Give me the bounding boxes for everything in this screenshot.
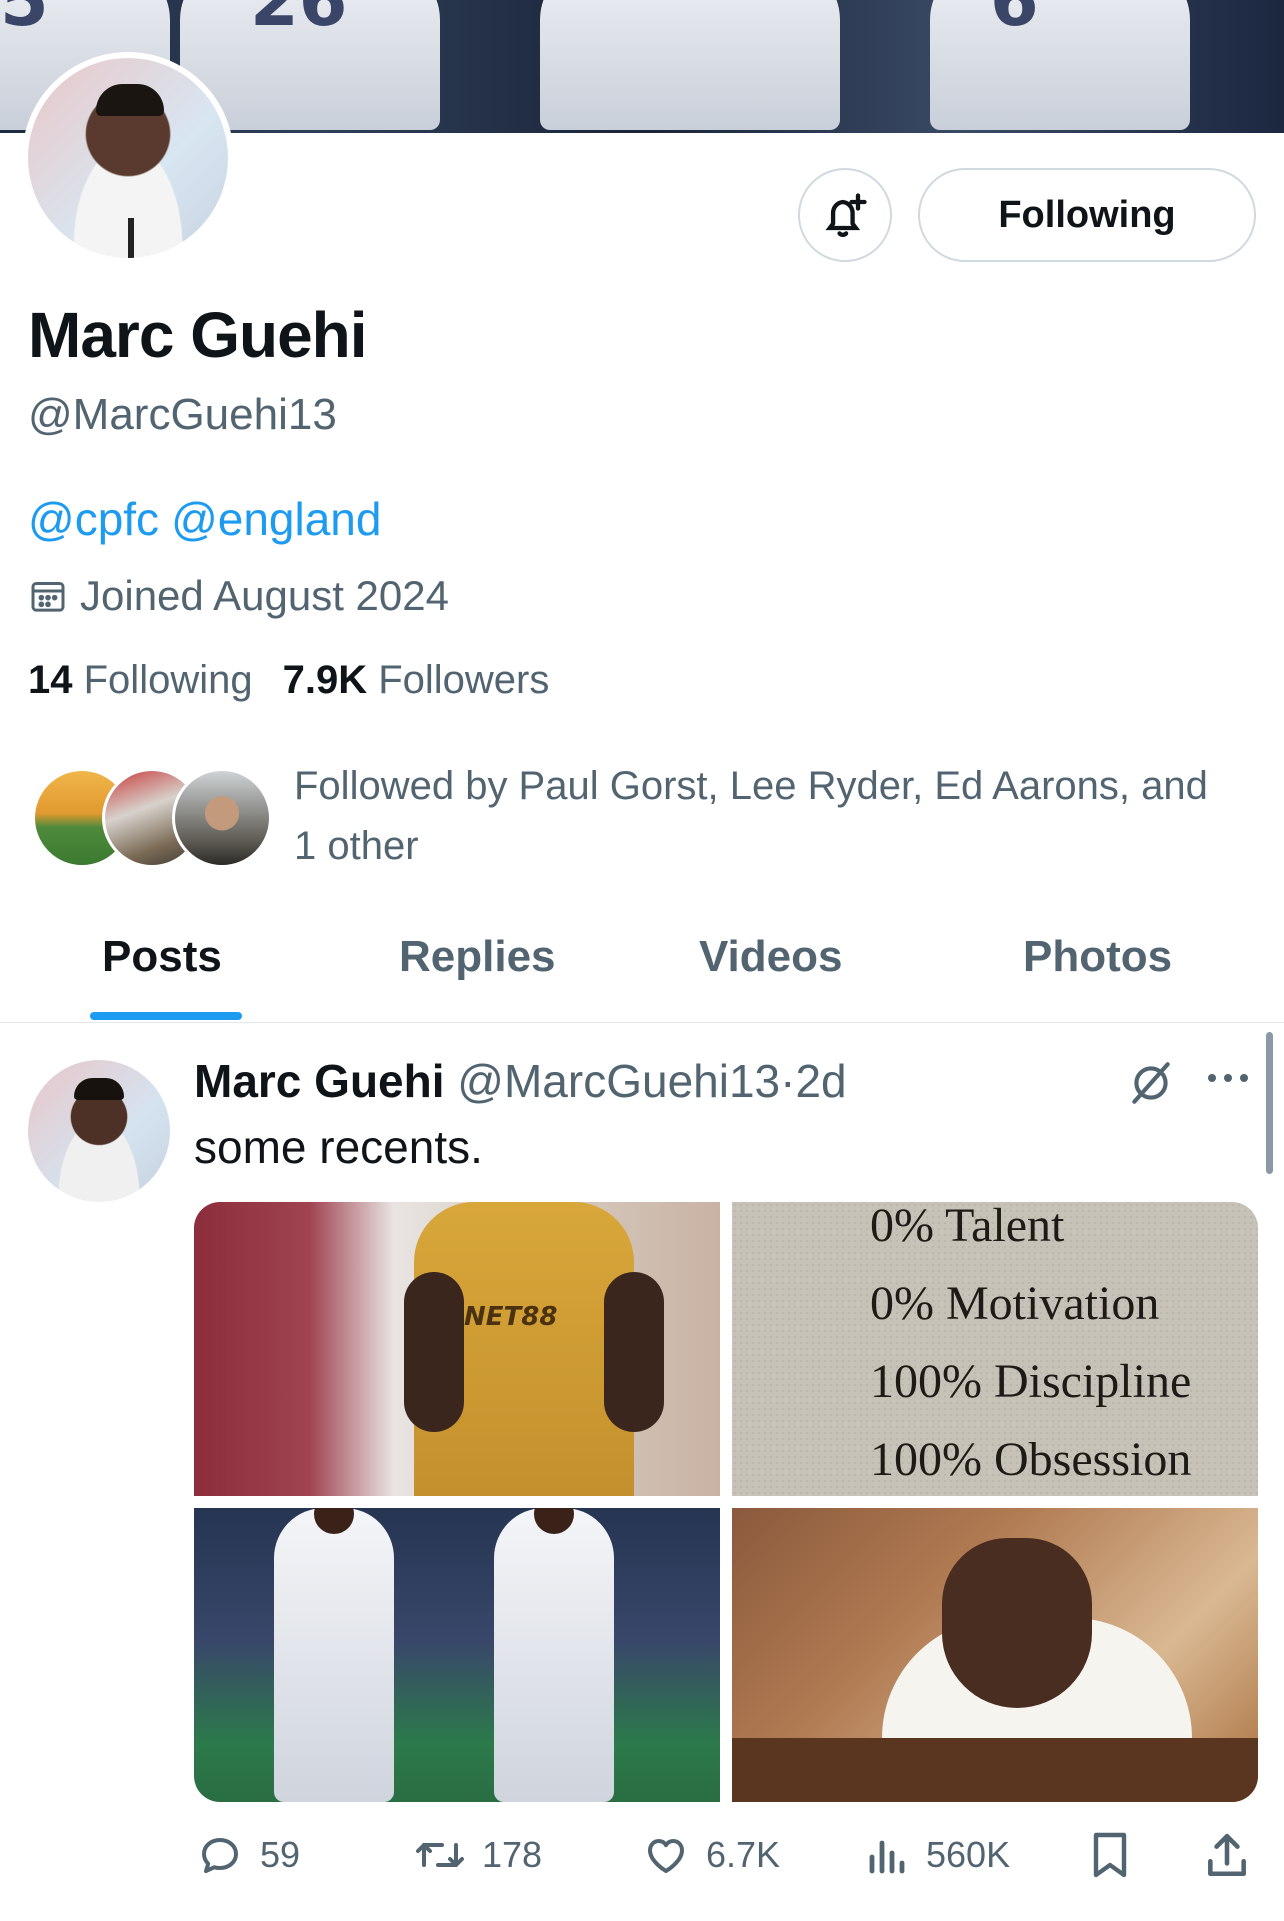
following-label: Following [83,658,253,702]
profile-avatar[interactable] [22,52,234,264]
joined-text: Joined August 2024 [80,572,449,619]
repost-icon [416,1843,464,1867]
bookmark-button[interactable] [1088,1830,1148,1880]
bookmark-icon [1093,1832,1127,1878]
follow-stats: 14 Following 7.9K Followers [28,658,549,703]
profile-name: Marc Guehi [28,299,368,371]
post-header: Marc Guehi @MarcGuehi13·2d [194,1054,847,1108]
post-image[interactable]: 0% Talent 0% Motivation 100% Discipline … [732,1202,1258,1496]
jersey-number: 5 [0,0,49,42]
views-icon [869,1840,905,1874]
following-stat[interactable]: 14 Following [28,658,253,702]
followed-by-line: Followed by Paul Gorst, Lee Ryder, Ed Aa… [294,764,1208,808]
post-text: some recents. [194,1121,483,1173]
followers-count: 7.9K [282,658,368,702]
followers-stat[interactable]: 7.9K Followers [283,658,550,702]
post-image[interactable] [732,1508,1258,1802]
post-author-avatar[interactable] [28,1060,170,1202]
notification-bell-plus-icon [825,193,867,237]
image-text-line: 0% Talent [870,1202,1065,1252]
grok-button[interactable] [1126,1058,1176,1113]
post-timestamp[interactable]: 2d [795,1055,846,1107]
repost-count: 178 [482,1834,543,1875]
jersey-number: 26 [250,0,348,42]
image-text-line: 0% Motivation [870,1277,1160,1330]
post-media-grid: NET88 0% Talent 0% Motivation 100% Disci… [194,1202,1258,1802]
image-text-line: 100% Discipline [870,1355,1192,1408]
scrollbar[interactable] [1266,1032,1273,1174]
shirt-sponsor-text: NET88 [464,1302,558,1332]
follower-avatar[interactable] [172,768,272,868]
tabs-divider [0,1022,1284,1023]
post-image[interactable]: NET88 [194,1202,720,1496]
active-tab-indicator [90,1012,242,1020]
mention-link[interactable]: @england [171,493,381,545]
profile-bio: @cpfc @england [28,492,393,546]
profile-handle: @MarcGuehi13 [28,390,337,439]
banner-jersey [540,0,840,130]
joined-date: Joined August 2024 [28,572,449,620]
tab-videos[interactable]: Videos [699,932,842,982]
post-author-handle[interactable]: @MarcGuehi13 [457,1055,780,1107]
grok-icon [1132,1062,1170,1104]
reply-icon [202,1838,238,1873]
reply-count: 59 [260,1834,301,1875]
tab-photos[interactable]: Photos [1023,932,1172,982]
followed-by-line: 1 other [294,824,419,868]
more-icon [1208,1074,1248,1082]
share-button[interactable] [1204,1830,1266,1880]
views-button[interactable]: 560K [866,1830,1010,1880]
post-more-button[interactable] [1206,1068,1250,1093]
tab-posts[interactable]: Posts [102,932,222,982]
following-count: 14 [28,658,73,702]
followed-by-text[interactable]: Followed by Paul Gorst, Lee Ryder, Ed Aa… [294,756,1264,876]
post-author-name[interactable]: Marc Guehi [194,1055,445,1107]
repost-button[interactable]: 178 [414,1830,542,1880]
calendar-icon [31,582,65,612]
like-icon [648,1839,684,1873]
mention-link[interactable]: @cpfc [28,493,159,545]
post-image[interactable] [194,1508,720,1802]
share-icon [1208,1833,1246,1877]
followers-label: Followers [378,658,550,702]
image-text-line: 100% Obsession [870,1433,1192,1486]
reply-button[interactable]: 59 [196,1830,300,1880]
notifications-button[interactable] [798,168,892,262]
following-button[interactable]: Following [918,168,1256,262]
tab-replies[interactable]: Replies [399,932,556,982]
banner-jersey: 6 [930,0,1190,130]
views-count: 560K [926,1834,1011,1875]
jersey-number: 6 [990,0,1039,42]
like-count: 6.7K [706,1834,781,1875]
like-button[interactable]: 6.7K [642,1830,780,1880]
post-separator: · [780,1055,796,1107]
